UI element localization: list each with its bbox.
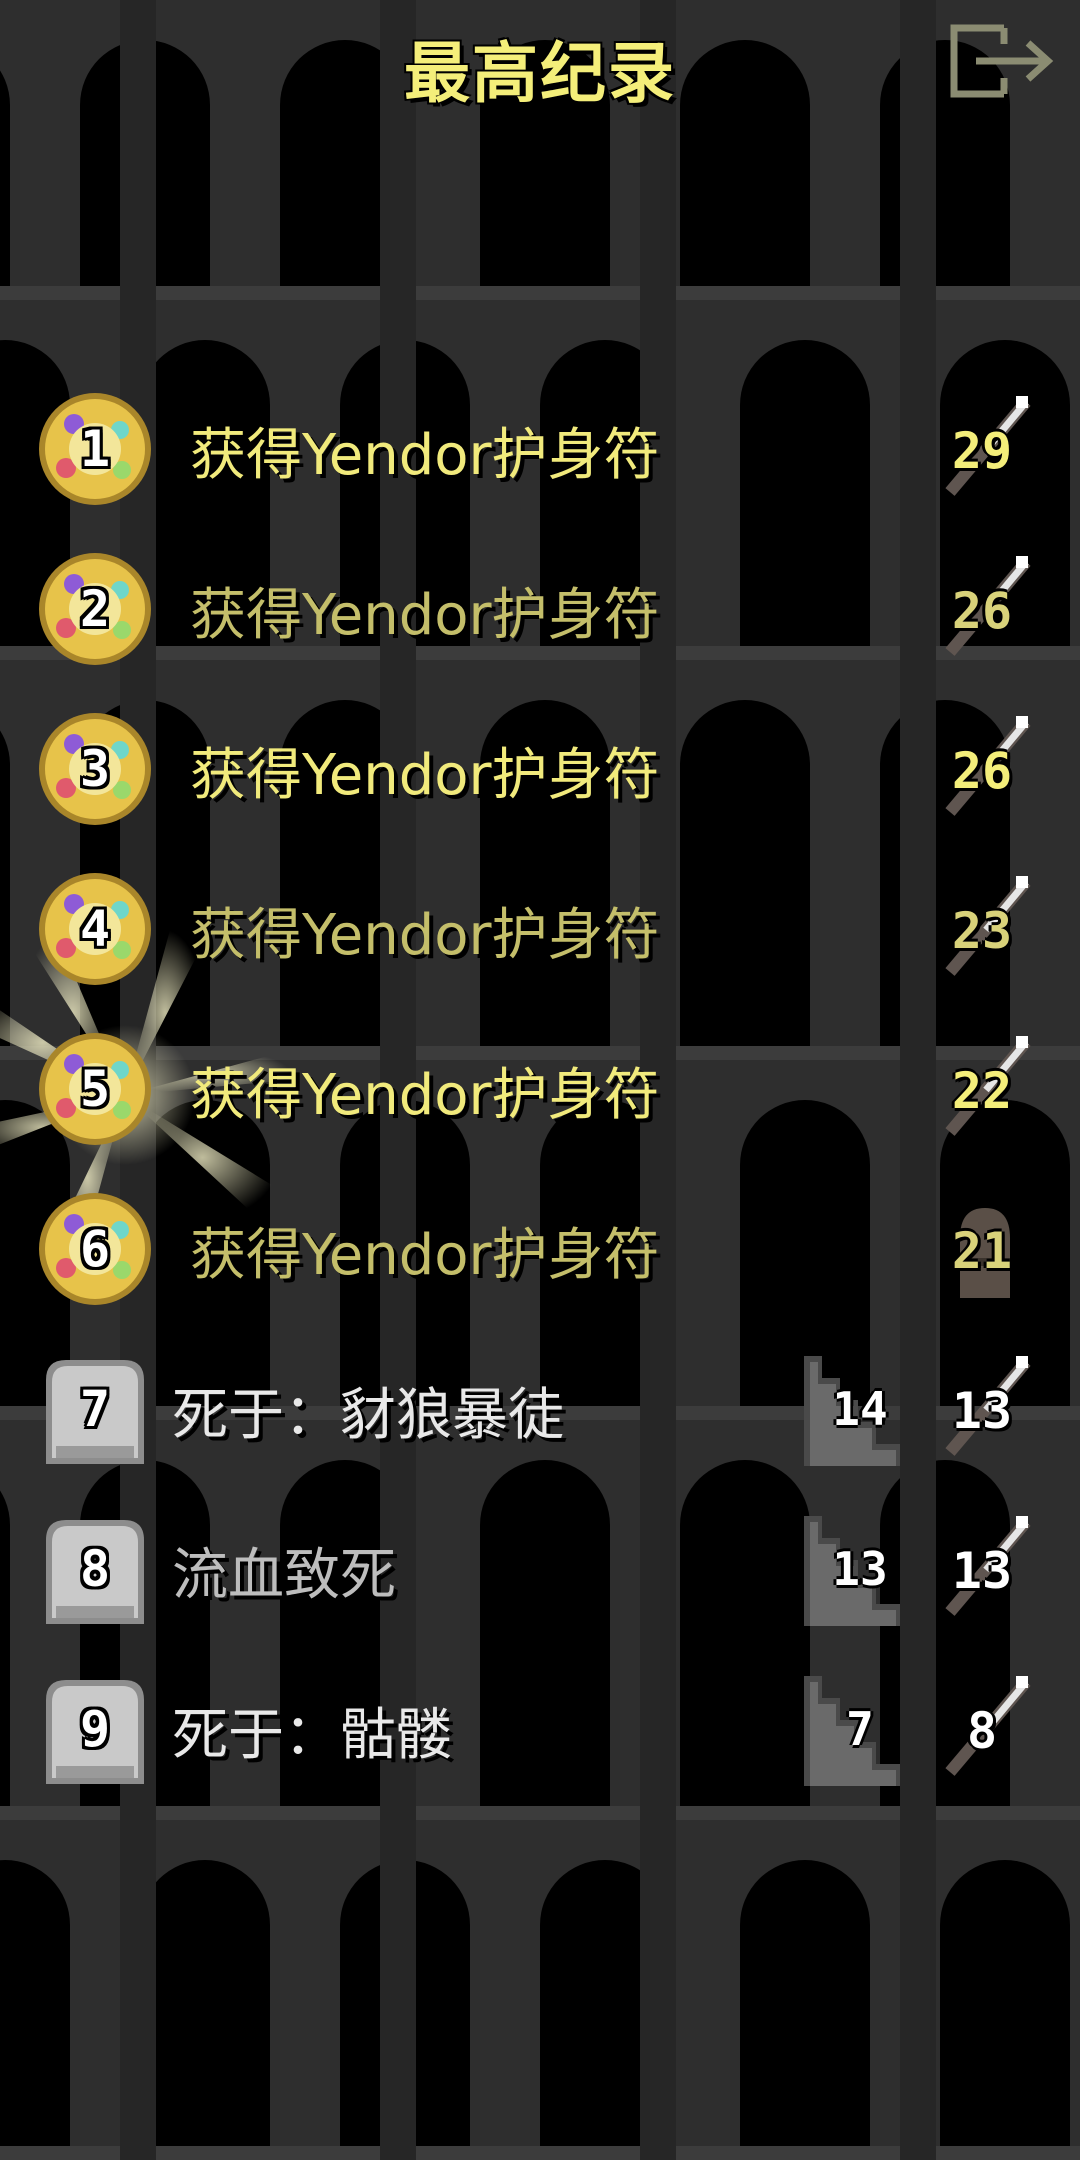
gravestone-icon: 8 — [36, 1510, 154, 1628]
rank-number: 7 — [79, 1380, 111, 1438]
record-row[interactable]: 5 获得Yendor护身符 22 — [0, 1010, 1080, 1160]
page-title: 最高纪录 — [404, 35, 676, 112]
record-row[interactable]: 7 死于：豺狼暴徒 14 13 — [0, 1330, 1080, 1480]
amulet-medal-icon: 4 — [36, 870, 154, 988]
rank-number: 8 — [79, 1540, 111, 1598]
rank-number: 4 — [79, 900, 111, 958]
hero-level-value: 8 — [966, 1702, 998, 1760]
record-row[interactable]: 3 获得Yendor护身符 26 — [0, 690, 1080, 840]
record-description: 获得Yendor护身符 — [190, 903, 660, 968]
gravestone-icon: 9 — [36, 1670, 154, 1788]
depth-value: 14 — [832, 1382, 888, 1436]
rank-number: 3 — [79, 740, 111, 798]
record-description: 获得Yendor护身符 — [190, 743, 660, 808]
exit-button[interactable] — [946, 18, 1066, 104]
record-row[interactable]: 8 流血致死 13 13 — [0, 1490, 1080, 1640]
rank-number: 2 — [79, 580, 111, 638]
hero-level-value: 13 — [951, 1542, 1013, 1600]
record-description: 获得Yendor护身符 — [190, 423, 660, 488]
gravestone-icon: 7 — [36, 1350, 154, 1468]
hero-level-value: 26 — [951, 582, 1013, 640]
amulet-medal-icon: 6 — [36, 1190, 154, 1308]
rank-number: 1 — [79, 420, 111, 478]
hero-level-value: 13 — [951, 1382, 1013, 1440]
exit-door-icon — [950, 24, 1054, 98]
record-description: 死于：豺狼暴徒 — [172, 1383, 564, 1448]
record-description: 流血致死 — [172, 1543, 396, 1608]
amulet-medal-icon: 2 — [36, 550, 154, 668]
hero-level-value: 26 — [951, 742, 1013, 800]
rank-number: 9 — [79, 1700, 111, 1758]
record-description: 获得Yendor护身符 — [190, 1223, 660, 1288]
record-description: 获得Yendor护身符 — [190, 1063, 660, 1128]
record-row[interactable]: 1 获得Yendor护身符 29 — [0, 370, 1080, 520]
depth-value: 7 — [846, 1702, 874, 1756]
record-description: 获得Yendor护身符 — [190, 583, 660, 648]
rank-number: 6 — [79, 1220, 111, 1278]
hero-level-value: 22 — [951, 1062, 1013, 1120]
record-row[interactable]: 2 获得Yendor护身符 26 — [0, 530, 1080, 680]
amulet-medal-icon: 5 — [36, 1030, 154, 1148]
hero-level-value: 21 — [951, 1222, 1013, 1280]
depth-value: 13 — [832, 1542, 888, 1596]
hero-level-value: 23 — [951, 902, 1013, 960]
record-row[interactable]: 6 获得Yendor护身符 21 — [0, 1170, 1080, 1320]
rank-number: 5 — [79, 1060, 111, 1118]
record-row[interactable]: 9 死于：骷髅 7 8 — [0, 1650, 1080, 1800]
amulet-medal-icon: 3 — [36, 710, 154, 828]
record-description: 死于：骷髅 — [172, 1703, 452, 1768]
amulet-medal-icon: 1 — [36, 390, 154, 508]
hero-level-value: 29 — [951, 422, 1013, 480]
record-row[interactable]: 4 获得Yendor护身符 23 — [0, 850, 1080, 1000]
